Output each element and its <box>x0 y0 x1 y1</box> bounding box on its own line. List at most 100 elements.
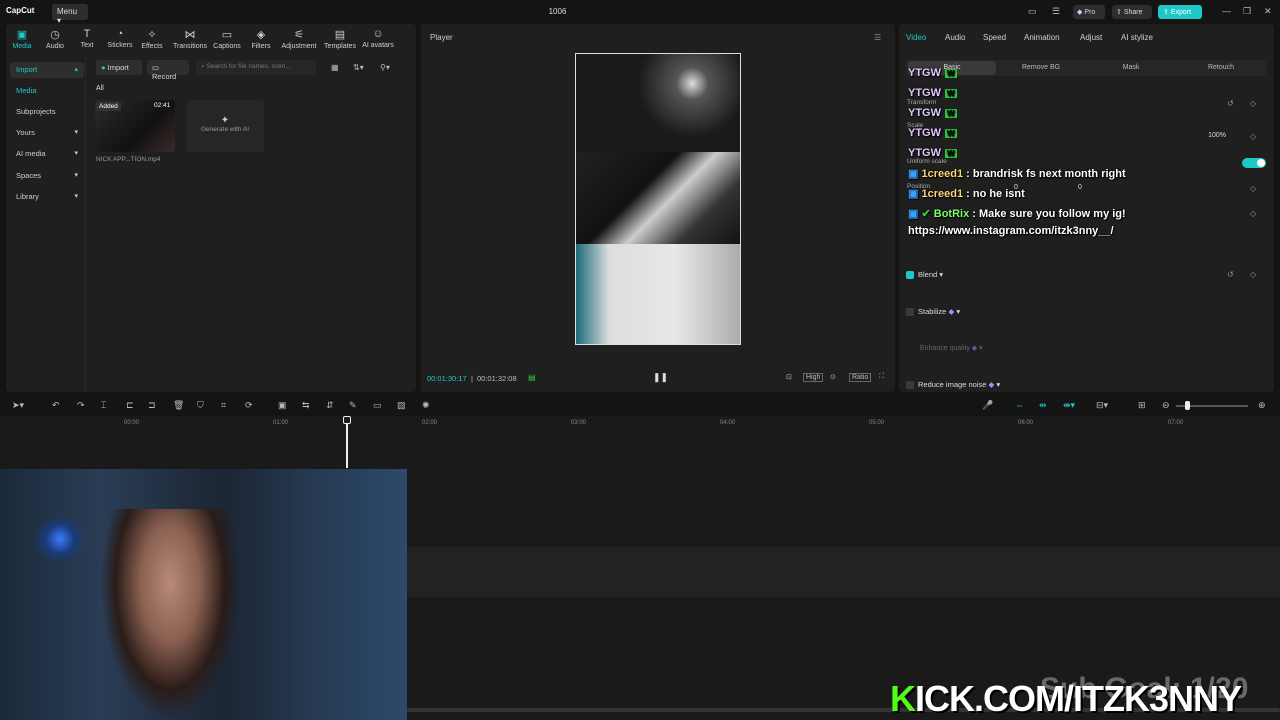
zoom-out-icon[interactable]: ⊖ <box>1162 400 1170 411</box>
tab-ai-stylize[interactable]: AI stylize <box>1121 33 1153 42</box>
record-button[interactable]: ▭ Record <box>147 60 189 81</box>
keyframe-icon[interactable]: ◇ <box>1250 184 1256 193</box>
toolbar-filters[interactable]: ◈ Filters <box>241 28 281 50</box>
sidebar-item-spaces[interactable]: Spaces ▾ <box>10 168 84 184</box>
tab-audio[interactable]: Audio <box>945 33 965 42</box>
sidebar-item-media[interactable]: Media <box>10 83 84 99</box>
freeze-icon[interactable]: ▣ <box>278 400 287 411</box>
snapshot-icon[interactable]: ⊙ <box>830 373 836 381</box>
toolbar-captions-label: Captions <box>213 43 241 50</box>
tab-animation[interactable]: Animation <box>1024 33 1060 42</box>
reset-icon[interactable]: ↺ <box>1227 270 1234 279</box>
player-menu-icon[interactable]: ☰ <box>874 33 881 42</box>
mirror-icon[interactable]: ⇆ <box>302 400 310 411</box>
toolbar-filters-label: Filters <box>251 43 271 50</box>
uniform-scale-toggle[interactable] <box>1242 158 1266 168</box>
keyframe-icon[interactable]: ◇ <box>1250 99 1256 108</box>
reset-icon[interactable]: ↺ <box>1227 99 1234 108</box>
all-filter-label[interactable]: All <box>96 85 104 92</box>
tab-video[interactable]: Video <box>906 33 926 42</box>
preview-axis-icon[interactable]: ⇼▾ <box>1063 400 1075 411</box>
keyframe-icon[interactable]: ◇ <box>1250 209 1256 218</box>
sidebar-item-import[interactable]: Import ▴ <box>10 62 84 78</box>
caption-icon[interactable]: ▭ <box>373 400 382 411</box>
tab-speed[interactable]: Speed <box>983 33 1006 42</box>
close-icon[interactable]: ✕ <box>1264 6 1272 17</box>
sidebar-item-library[interactable]: Library ▾ <box>10 189 84 205</box>
marker-icon[interactable]: ⛉ <box>197 400 204 411</box>
speed-icon[interactable]: ⟳ <box>245 400 253 411</box>
crop-icon[interactable]: ⌗ <box>221 400 226 411</box>
stabilize-checkbox[interactable] <box>906 308 914 317</box>
fit-icon[interactable]: ⊡ <box>786 373 792 381</box>
split-icon[interactable]: ⌶ <box>101 400 106 411</box>
chat-message: https://www.instagram.com/itzk3nny__/ <box>908 225 1114 237</box>
timeline-track[interactable] <box>407 547 1280 597</box>
keyframe-icon[interactable]: ◇ <box>1250 132 1256 141</box>
reduce-noise-checkbox[interactable] <box>906 381 914 390</box>
caption-track-icon[interactable]: ⊞ <box>1138 400 1146 411</box>
filter-icon[interactable]: ⚲▾ <box>380 63 390 72</box>
tab-adjust[interactable]: Adjust <box>1080 33 1102 42</box>
quality-button[interactable]: High <box>803 373 824 382</box>
toolbar-effects[interactable]: ✧ Effects <box>132 28 172 50</box>
blend-checkbox[interactable] <box>906 271 914 280</box>
reduce-noise-row[interactable]: Reduce image noise ◆ ▾ <box>906 380 1000 390</box>
tick-label: 02:00 <box>422 420 438 426</box>
timecode-icon[interactable]: ▤ <box>528 373 536 382</box>
split-screen-icon[interactable]: ⊟▾ <box>1096 400 1108 411</box>
layout-icon[interactable]: ▭ <box>1028 6 1037 17</box>
pause-button[interactable]: ❚❚ <box>653 372 668 383</box>
import-icon: ● <box>101 63 106 72</box>
toolbar-adjustment[interactable]: ⚟ Adjustment <box>279 28 319 50</box>
delete-icon[interactable]: 🗑 <box>173 400 184 411</box>
export-button[interactable]: ⇪ Export <box>1158 5 1202 19</box>
select-tool-icon[interactable]: ➤▾ <box>12 400 24 411</box>
enhance-quality-row: Enhance quality ◆ ▾ <box>920 345 983 352</box>
maximize-icon[interactable]: ❐ <box>1243 6 1251 17</box>
undo-icon[interactable]: ↶ <box>52 400 60 411</box>
auto-reframe-icon[interactable]: ⇵ <box>326 400 334 411</box>
sort-icon[interactable]: ⇅▾ <box>353 63 364 72</box>
search-input[interactable]: ⌕ Search for file names, scen... <box>196 60 316 75</box>
redo-icon[interactable]: ↷ <box>77 400 85 411</box>
toolbar-templates[interactable]: ▤ Templates <box>320 28 360 50</box>
sidebar-item-yours[interactable]: Yours ▾ <box>10 125 84 141</box>
share-button[interactable]: ⇪ Share <box>1112 5 1152 19</box>
link-icon[interactable]: ⇔ <box>1015 400 1024 410</box>
grid-view-icon[interactable]: ▦ <box>331 63 339 72</box>
sidebar-item-subprojects[interactable]: Subprojects <box>10 104 84 120</box>
blend-row[interactable]: Blend ▾ <box>906 270 943 280</box>
tick-label: 00:00 <box>124 420 140 426</box>
generate-with-ai-button[interactable]: ✦ Generate with AI <box>186 100 264 152</box>
video-preview[interactable] <box>575 53 741 345</box>
playhead[interactable] <box>346 418 348 468</box>
toolbar-ai-avatars[interactable]: ☺ AI avatars <box>358 28 398 49</box>
zoom-slider-handle[interactable] <box>1185 401 1190 410</box>
chat-message: W <box>945 149 957 158</box>
import-label: Import <box>107 63 129 72</box>
microphone-icon[interactable]: 🎤 <box>982 400 993 411</box>
time-separator: | <box>471 374 473 383</box>
timeline-ruler[interactable] <box>0 416 1280 430</box>
pro-button[interactable]: ◆ Pro <box>1073 5 1105 19</box>
keyframe-icon[interactable]: ◇ <box>1250 270 1256 279</box>
snap-icon[interactable]: ⇹ <box>1039 400 1047 411</box>
sidebar-item-ai-media[interactable]: AI media ▾ <box>10 146 84 162</box>
magic-icon[interactable]: ✎ <box>349 400 357 411</box>
minimize-icon[interactable]: — <box>1222 6 1231 16</box>
settings-icon[interactable]: ☰ <box>1052 6 1060 17</box>
toolbar-transitions[interactable]: ⋈ Transitions <box>170 28 210 50</box>
stabilize-row[interactable]: Stabilize ◆ ▾ <box>906 307 960 317</box>
playhead-handle[interactable] <box>343 416 351 424</box>
split-right-icon[interactable]: ⊐ <box>148 400 156 411</box>
ratio-button[interactable]: Ratio <box>849 373 872 382</box>
menu-button[interactable]: Menu ▾ <box>52 4 88 25</box>
import-button[interactable]: ● Import <box>96 60 142 75</box>
zoom-in-icon[interactable]: ⊕ <box>1258 400 1266 411</box>
chat-line: ▣ 1creed1 : no he isnt <box>908 187 1025 200</box>
fullscreen-icon[interactable]: ⛶ <box>879 373 884 381</box>
ai-icon[interactable]: ▨ <box>397 400 406 411</box>
split-left-icon[interactable]: ⊏ <box>126 400 134 411</box>
effects-tool-icon[interactable]: ✺ <box>422 400 430 411</box>
